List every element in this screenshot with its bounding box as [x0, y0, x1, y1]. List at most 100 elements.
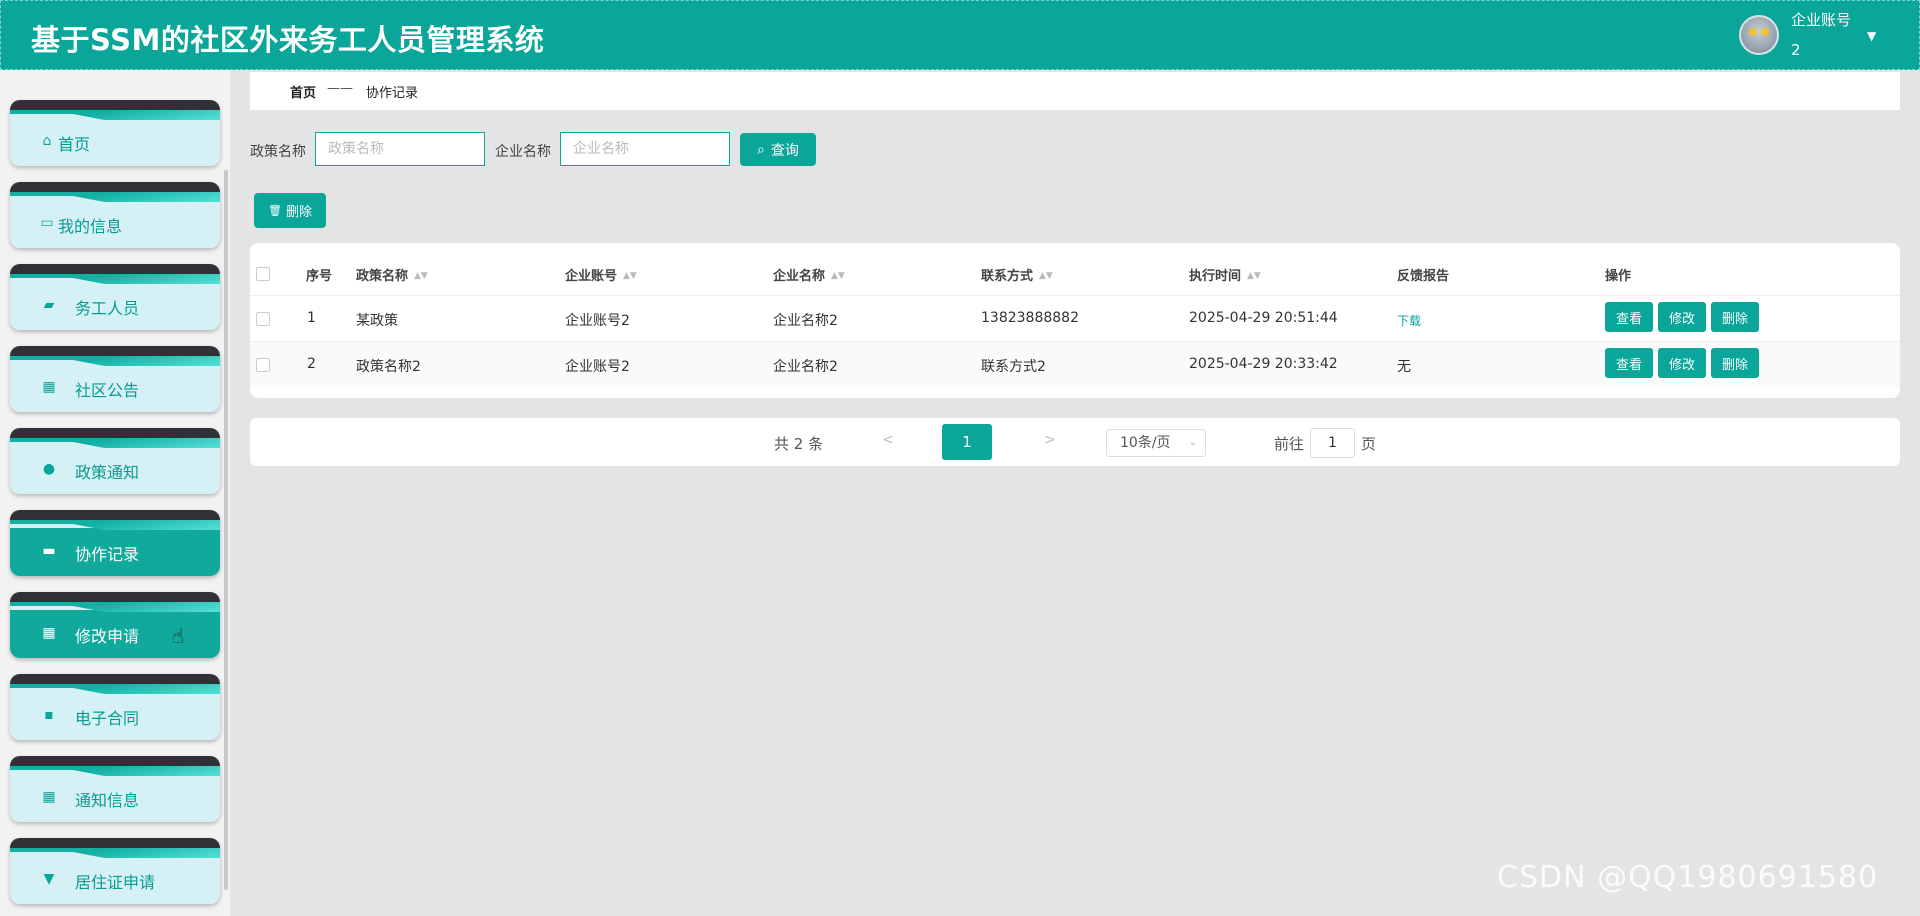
user-avatar[interactable]	[1739, 15, 1779, 55]
stamp-icon: ▼	[43, 871, 55, 887]
user-icon: ●	[42, 461, 56, 477]
company-name-label: 企业名称	[495, 144, 551, 160]
grid-icon: ▦	[42, 379, 56, 395]
sidebar-item-1[interactable]: ⌂ 首页	[10, 100, 220, 166]
cell-report: 无	[1397, 359, 1411, 375]
sidebar-item-7[interactable]: ▦ 修改申请	[10, 592, 220, 658]
page-number-current[interactable]: 1	[942, 424, 992, 460]
sidebar-item-8[interactable]: ▪ 电子合同	[10, 674, 220, 740]
table-icon: ▦	[42, 625, 56, 641]
column-header-report: 反馈报告	[1397, 269, 1450, 284]
ticket-icon: ▰	[43, 297, 55, 313]
user-id[interactable]: 2	[1791, 41, 1801, 59]
view-button[interactable]: 查看	[1605, 348, 1653, 378]
cell-index: 1	[307, 310, 316, 326]
view-button[interactable]: 查看	[1605, 302, 1653, 332]
sidebar-item-label: 协作记录	[75, 545, 140, 564]
breadcrumb-separator: ——	[327, 81, 353, 96]
home-icon: ⌂	[42, 133, 52, 149]
sidebar-item-label: 电子合同	[75, 709, 140, 728]
delete-button[interactable]: 删除	[1711, 348, 1759, 378]
sidebar-item-label: 我的信息	[58, 217, 123, 236]
sort-icon[interactable]: ▲▼	[1039, 272, 1053, 281]
cell-contact: 联系方式2	[981, 359, 1046, 375]
sidebar-item-label: 通知信息	[75, 791, 140, 810]
sidebar-item-label: 社区公告	[75, 381, 140, 400]
grid-icon: ▦	[42, 789, 56, 805]
goto-label: 前往	[1274, 435, 1305, 453]
column-label: 联系方式	[981, 269, 1034, 284]
sidebar-item-4[interactable]: ▦ 社区公告	[10, 346, 220, 412]
pagination-total: 共 2 条	[774, 435, 824, 453]
sort-icon[interactable]: ▲▼	[623, 272, 637, 281]
breadcrumb-home[interactable]: 首页	[290, 82, 316, 101]
sidebar-item-label: 务工人员	[75, 299, 140, 318]
app-header: 基于SSM的社区外来务工人员管理系统 企业账号 2 ▼	[0, 0, 1920, 70]
row-checkbox[interactable]	[256, 312, 270, 326]
column-header-account[interactable]: 企业账号 ▲▼	[565, 265, 637, 284]
download-link[interactable]: 下载	[1397, 312, 1421, 329]
query-button-label: 查询	[770, 142, 799, 159]
cell-contact: 13823888882	[981, 310, 1079, 326]
cell-policy: 政策名称2	[356, 359, 421, 375]
row-checkbox[interactable]	[256, 358, 270, 372]
cell-account: 企业账号2	[565, 313, 630, 329]
sort-icon[interactable]: ▲▼	[414, 272, 428, 281]
policy-name-input[interactable]	[315, 132, 485, 166]
pagination: 共 2 条 < 1 > 10条/页 ⌄ 前往 页	[250, 418, 1900, 466]
cell-account: 企业账号2	[565, 359, 630, 375]
column-label: 企业名称	[773, 269, 826, 284]
edit-button[interactable]: 修改	[1658, 302, 1706, 332]
table-row: 2 政策名称2 企业账号2 企业名称2 联系方式2 2025-04-29 20:…	[250, 341, 1900, 387]
policy-name-label: 政策名称	[250, 144, 306, 160]
column-header-time[interactable]: 执行时间 ▲▼	[1189, 265, 1261, 284]
edit-button[interactable]: 修改	[1658, 348, 1706, 378]
sidebar-item-label: 首页	[58, 135, 91, 154]
column-header-index: 序号	[306, 269, 333, 284]
goto-page-input[interactable]	[1310, 428, 1355, 458]
delete-button[interactable]: 删除	[1711, 302, 1759, 332]
sidebar-item-2[interactable]: ▭ 我的信息	[10, 182, 220, 248]
column-label: 政策名称	[356, 269, 409, 284]
app-title: 基于SSM的社区外来务工人员管理系统	[31, 23, 545, 57]
sidebar-item-3[interactable]: ▰ 务工人员	[10, 264, 220, 330]
sidebar-scrollbar[interactable]	[224, 170, 228, 890]
sidebar-item-10[interactable]: ▼ 居住证申请	[10, 838, 220, 904]
sidebar-item-label: 政策通知	[75, 463, 140, 482]
column-label: 执行时间	[1189, 269, 1242, 284]
search-icon: ⌕	[757, 141, 765, 158]
column-label: 企业账号	[565, 269, 618, 284]
cell-company: 企业名称2	[773, 359, 838, 375]
breadcrumb: 首页 —— 协作记录	[250, 72, 1900, 110]
column-header-contact[interactable]: 联系方式 ▲▼	[981, 265, 1053, 284]
sidebar-item-6[interactable]: ▬ 协作记录	[10, 510, 220, 576]
trash-icon: 🗑	[268, 204, 282, 217]
next-page-icon[interactable]: >	[1044, 432, 1056, 448]
column-header-company[interactable]: 企业名称 ▲▼	[773, 265, 845, 284]
cell-company: 企业名称2	[773, 313, 838, 329]
company-name-input[interactable]	[560, 132, 730, 166]
sidebar-item-9[interactable]: ▦ 通知信息	[10, 756, 220, 822]
sidebar-item-5[interactable]: ● 政策通知	[10, 428, 220, 494]
batch-delete-label: 删除	[285, 205, 312, 220]
query-button[interactable]: ⌕ 查询	[740, 133, 816, 166]
breadcrumb-current: 协作记录	[366, 86, 419, 101]
user-dropdown-icon[interactable]: ▼	[1867, 29, 1876, 43]
goto-suffix: 页	[1361, 435, 1377, 453]
id-card-icon: ▭	[40, 215, 54, 231]
column-header-policy[interactable]: 政策名称 ▲▼	[356, 265, 428, 284]
prev-page-icon[interactable]: <	[882, 432, 894, 448]
cell-time: 2025-04-29 20:33:42	[1189, 356, 1338, 372]
mouse-pointer-icon: ☝	[172, 624, 185, 648]
sidebar-item-label: 居住证申请	[75, 873, 156, 892]
sort-icon[interactable]: ▲▼	[831, 272, 845, 281]
batch-delete-button[interactable]: 🗑 删除	[254, 193, 326, 228]
sort-icon[interactable]: ▲▼	[1247, 272, 1261, 281]
briefcase-icon: ▬	[42, 543, 56, 559]
select-all-checkbox[interactable]	[256, 267, 270, 281]
user-role[interactable]: 企业账号	[1791, 9, 1851, 30]
cell-policy: 某政策	[356, 313, 398, 329]
page-size-select[interactable]: 10条/页 ⌄	[1106, 429, 1206, 457]
column-header-actions: 操作	[1605, 269, 1632, 284]
sidebar-item-label: 修改申请	[75, 627, 140, 646]
